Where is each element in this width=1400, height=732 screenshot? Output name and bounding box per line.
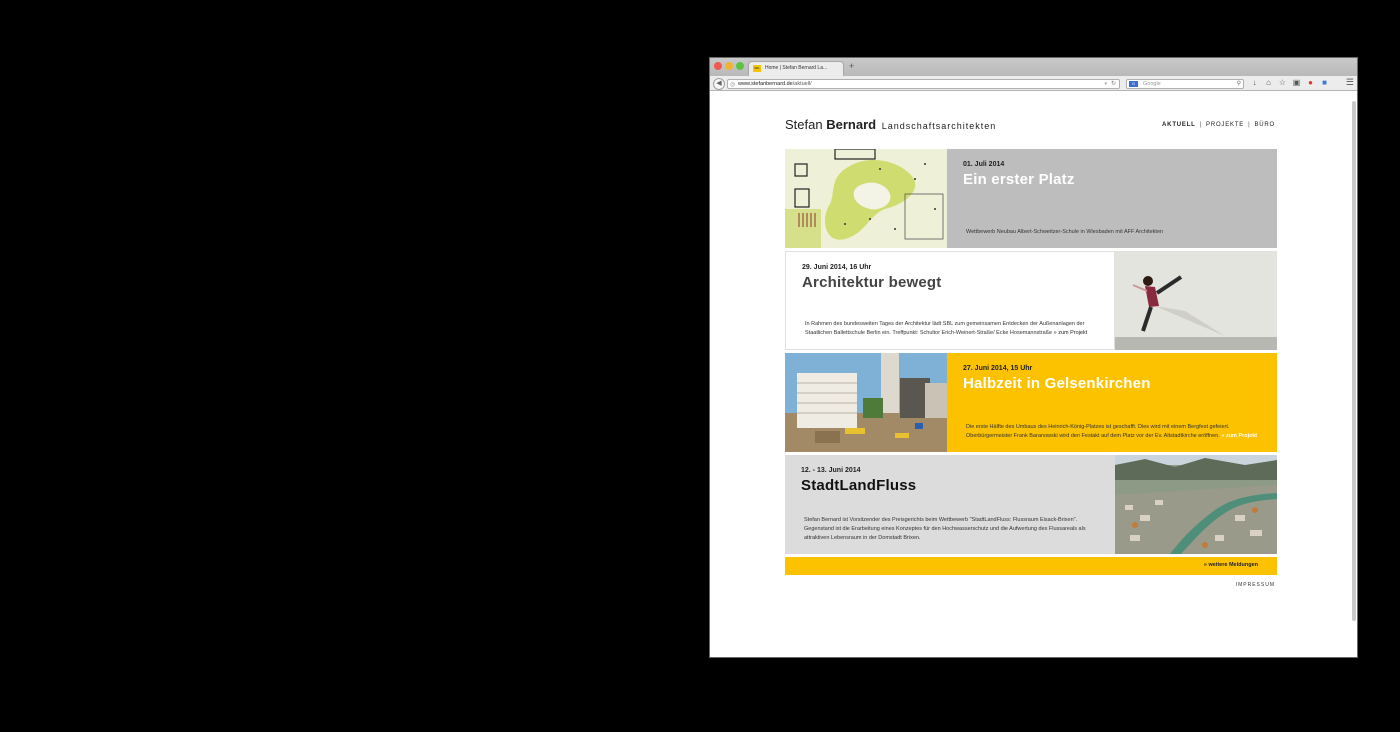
addon-icon[interactable]: ■ <box>1320 78 1329 87</box>
more-news-link[interactable]: » weitere Meldungen <box>1204 562 1258 568</box>
search-input[interactable]: G Google ⚲ <box>1126 79 1244 89</box>
browser-window: SBL Home | Stefan Bernard La... + ◀ ◎ ww… <box>709 57 1358 658</box>
dancer-photo[interactable] <box>1115 251 1277 350</box>
news-description: Stefan Bernard ist Vorsitzender des Prei… <box>804 516 1101 543</box>
news-text: 29. Juni 2014, 16 Uhr Architektur bewegt… <box>785 251 1115 350</box>
navigation-toolbar: ◀ ◎ www.stefanbernard.de/aktuell/ ▾ ↻ G … <box>710 76 1357 91</box>
url-domain: www.stefanbernard.de <box>738 81 793 87</box>
news-text: 01. Juli 2014 Ein erster Platz Wettbewer… <box>947 149 1277 248</box>
news-title[interactable]: Architektur bewegt <box>802 274 1098 291</box>
news-text: 27. Juni 2014, 15 Uhr Halbzeit in Gelsen… <box>947 353 1277 452</box>
tab-bar: SBL Home | Stefan Bernard La... + <box>710 58 1357 76</box>
tab-title: Home | Stefan Bernard La... <box>765 65 828 71</box>
news-description-text: Die erste Hälfte des Umbaus des Heinrich… <box>966 424 1230 439</box>
new-tab-button[interactable]: + <box>849 61 854 71</box>
news-description: In Rahmen des bundesweiten Tages der Arc… <box>805 320 1100 338</box>
url-bar[interactable]: ◎ www.stefanbernard.de/aktuell/ ▾ ↻ <box>727 79 1120 89</box>
close-window-button[interactable] <box>714 62 722 70</box>
news-item[interactable]: 29. Juni 2014, 16 Uhr Architektur bewegt… <box>785 251 1277 350</box>
minimize-window-button[interactable] <box>725 62 733 70</box>
addon-icon[interactable]: ● <box>1306 78 1315 87</box>
project-link[interactable]: » zum Projekt <box>1054 330 1088 336</box>
news-date: 29. Juni 2014, 16 Uhr <box>802 264 872 271</box>
nav-item-buero[interactable]: BÜRO <box>1254 122 1275 128</box>
news-title[interactable]: StadtLandFluss <box>801 477 1099 494</box>
news-description-text: In Rahmen des bundesweiten Tages der Arc… <box>805 321 1085 336</box>
nav-item-projekte[interactable]: PROJEKTE <box>1206 122 1244 128</box>
reload-icon[interactable]: ↻ <box>1111 80 1116 88</box>
news-title[interactable]: Ein erster Platz <box>963 171 1261 188</box>
logo-first-word: Stefan <box>785 117 823 132</box>
bookmark-star-icon[interactable]: ☆ <box>1278 78 1287 87</box>
search-placeholder: Google <box>1143 81 1161 87</box>
impressum-link[interactable]: IMPRESSUM <box>1236 582 1275 588</box>
logo-second-word: Bernard <box>826 117 877 132</box>
news-item[interactable]: 27. Juni 2014, 15 Uhr Halbzeit in Gelsen… <box>785 353 1277 452</box>
news-description-text: Wettbewerb Neubau Albert-Schweitzer-Schu… <box>966 229 1164 235</box>
search-icon[interactable]: ⚲ <box>1237 80 1241 88</box>
bookmarks-icon[interactable]: ▣ <box>1292 78 1301 87</box>
news-item[interactable]: 12. - 13. Juni 2014 StadtLandFluss Stefa… <box>785 455 1277 554</box>
project-link[interactable]: » zum Projekt <box>1221 433 1257 439</box>
news-text: 12. - 13. Juni 2014 StadtLandFluss Stefa… <box>785 455 1115 554</box>
news-date: 27. Juni 2014, 15 Uhr <box>963 365 1033 372</box>
news-date: 01. Juli 2014 <box>963 161 1005 168</box>
construction-photo[interactable] <box>785 353 947 452</box>
scrollbar[interactable] <box>1352 101 1356 621</box>
page-viewport: Stefan Bernard Landschaftsarchitekten AK… <box>710 92 1357 657</box>
main-navigation: AKTUELL | PROJEKTE | BÜRO <box>1162 122 1275 128</box>
news-description: Die erste Hälfte des Umbaus des Heinrich… <box>966 423 1263 441</box>
window-controls <box>714 62 744 70</box>
download-icon[interactable]: ↓ <box>1250 78 1259 87</box>
zoom-window-button[interactable] <box>736 62 744 70</box>
news-description: Wettbewerb Neubau Albert-Schweitzer-Schu… <box>966 228 1263 237</box>
logo-subtitle: Landschaftsarchitekten <box>881 121 997 131</box>
search-engine-icon[interactable]: G <box>1129 81 1138 87</box>
menu-icon[interactable]: ☰ <box>1346 77 1354 88</box>
url-path: /aktuell/ <box>792 81 812 87</box>
more-news-bar[interactable]: » weitere Meldungen <box>785 557 1277 575</box>
site-plan-image[interactable] <box>785 149 947 248</box>
dropdown-icon[interactable]: ▾ <box>1104 80 1107 88</box>
site-logo[interactable]: Stefan Bernard Landschaftsarchitekten <box>785 117 996 132</box>
nav-separator: | <box>1248 122 1251 128</box>
favicon-icon: SBL <box>753 65 761 72</box>
nav-item-aktuell[interactable]: AKTUELL <box>1162 122 1196 128</box>
toolbar-icons: ↓ ⌂ ☆ ▣ ● ■ <box>1250 78 1329 87</box>
home-icon[interactable]: ⌂ <box>1264 78 1273 87</box>
back-button[interactable]: ◀ <box>713 78 725 90</box>
news-date: 12. - 13. Juni 2014 <box>801 467 861 474</box>
nav-separator: | <box>1199 122 1203 128</box>
news-title[interactable]: Halbzeit in Gelsenkirchen <box>963 375 1261 392</box>
globe-icon: ◎ <box>730 82 736 88</box>
browser-tab[interactable]: SBL Home | Stefan Bernard La... <box>748 61 844 76</box>
town-aerial-photo[interactable] <box>1115 455 1277 554</box>
news-item[interactable]: 01. Juli 2014 Ein erster Platz Wettbewer… <box>785 149 1277 248</box>
news-description-text: Stefan Bernard ist Vorsitzender des Prei… <box>804 517 1086 541</box>
